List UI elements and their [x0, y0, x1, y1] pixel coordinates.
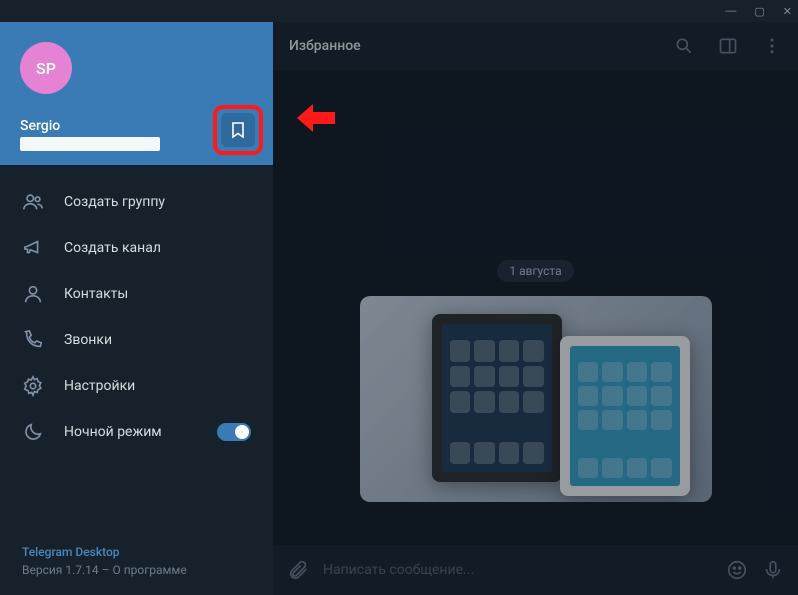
bookmark-icon — [230, 121, 246, 139]
profile-phone-redacted — [20, 137, 160, 151]
gear-icon — [22, 375, 44, 397]
panel-icon — [718, 36, 738, 56]
smile-icon — [726, 559, 748, 581]
message-composer: Написать сообщение... — [273, 545, 798, 595]
chat-title: Избранное — [289, 38, 361, 54]
microphone-icon — [762, 559, 784, 581]
profile-header: SP Sergio — [0, 22, 273, 165]
message-input[interactable]: Написать сообщение... — [323, 562, 712, 578]
app-version[interactable]: Версия 1.7.14 – О программе — [22, 563, 251, 577]
window-maximize-button[interactable]: ▢ — [754, 5, 764, 18]
search-button[interactable] — [674, 36, 694, 56]
profile-name: Sergio — [20, 118, 253, 134]
window-titlebar: — ▢ ✕ — [0, 0, 798, 22]
megaphone-icon — [22, 237, 44, 259]
emoji-button[interactable] — [726, 559, 748, 581]
image-content — [432, 314, 562, 482]
menu-night-mode[interactable]: Ночной режим — [0, 409, 273, 455]
menu-label: Контакты — [64, 286, 128, 302]
menu-create-group[interactable]: Создать группу — [0, 179, 273, 225]
chat-panel: Избранное 1 августа — [273, 22, 798, 595]
menu-calls[interactable]: Звонки — [0, 317, 273, 363]
sidebar-footer: Telegram Desktop Версия 1.7.14 – О прогр… — [0, 529, 273, 595]
voice-button[interactable] — [762, 559, 784, 581]
more-button[interactable] — [762, 36, 782, 56]
avatar[interactable]: SP — [20, 42, 72, 94]
chat-header: Избранное — [273, 22, 798, 70]
message-image[interactable] — [360, 296, 712, 502]
window-minimize-button[interactable]: — — [725, 5, 736, 17]
search-icon — [674, 36, 694, 56]
person-icon — [22, 283, 44, 305]
image-content — [560, 336, 690, 496]
menu-label: Звонки — [64, 332, 112, 348]
phone-icon — [22, 329, 44, 351]
window-close-button[interactable]: ✕ — [783, 5, 792, 18]
main-menu: Создать группу Создать канал Контакты Зв… — [0, 165, 273, 529]
sidepanel-button[interactable] — [718, 36, 738, 56]
chat-body: 1 августа — [273, 70, 798, 545]
night-mode-toggle[interactable] — [217, 423, 251, 441]
group-icon — [22, 191, 44, 213]
moon-icon — [22, 421, 44, 443]
sidebar: SP Sergio Создать группу Создать канал — [0, 22, 273, 595]
menu-label: Ночной режим — [64, 424, 162, 440]
menu-settings[interactable]: Настройки — [0, 363, 273, 409]
date-badge: 1 августа — [497, 260, 573, 282]
app-brand: Telegram Desktop — [22, 545, 251, 559]
menu-label: Настройки — [64, 378, 135, 394]
more-icon — [762, 36, 782, 56]
menu-create-channel[interactable]: Создать канал — [0, 225, 273, 271]
menu-label: Создать группу — [64, 194, 165, 210]
saved-messages-button[interactable] — [221, 113, 255, 147]
menu-contacts[interactable]: Контакты — [0, 271, 273, 317]
paperclip-icon — [287, 559, 309, 581]
menu-label: Создать канал — [64, 240, 161, 256]
attach-button[interactable] — [287, 559, 309, 581]
